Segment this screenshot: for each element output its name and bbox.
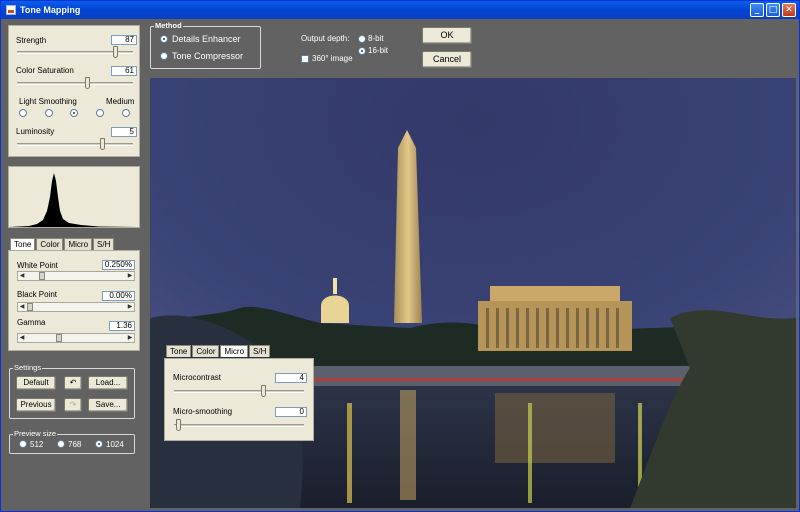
preview-1024-radio[interactable] <box>95 440 103 448</box>
preview-image-graphic <box>150 78 796 508</box>
micro-smoothing-value[interactable]: 0 <box>275 407 307 417</box>
tab-micro[interactable]: Micro <box>64 238 93 250</box>
preview-768-radio[interactable] <box>57 440 65 448</box>
undo-icon: ↶ <box>69 378 77 387</box>
maximize-button[interactable]: □ <box>766 3 780 17</box>
micro-panel: Microcontrast 4 Micro-smoothing 0 <box>164 358 314 441</box>
gamma-thumb[interactable] <box>56 334 62 342</box>
load-button[interactable]: Load... <box>88 376 128 390</box>
window-title: Tone Mapping <box>20 5 81 15</box>
method-group <box>150 26 261 69</box>
cancel-button[interactable]: Cancel <box>422 51 472 68</box>
gamma-value[interactable]: 1.36 <box>109 321 135 331</box>
16bit-radio[interactable] <box>358 47 366 55</box>
left-tabs: Tone Color Micro S/H <box>10 238 115 250</box>
luminosity-track <box>17 143 133 146</box>
float-tab-sh[interactable]: S/H <box>249 345 271 357</box>
tab-sh[interactable]: S/H <box>93 238 115 250</box>
previous-button[interactable]: Previous <box>16 398 56 412</box>
gamma-label: Gamma <box>17 318 46 327</box>
luminosity-value[interactable]: 5 <box>111 127 137 137</box>
close-button[interactable]: ✕ <box>782 3 796 17</box>
strength-slider[interactable] <box>113 46 118 58</box>
default-button[interactable]: Default <box>16 376 56 390</box>
preview-512-label: 512 <box>30 440 44 449</box>
luminosity-label: Luminosity <box>16 127 55 136</box>
float-tab-tone[interactable]: Tone <box>166 345 192 357</box>
scroll-right-icon[interactable]: ▶ <box>126 272 134 280</box>
microcontrast-label: Microcontrast <box>173 373 222 382</box>
white-point-value[interactable]: 0.250% <box>102 260 135 270</box>
tone-panel: White Point 0.250% ◀ ▶ Black Point 0.00%… <box>8 250 140 351</box>
black-point-value[interactable]: 0.00% <box>102 291 135 301</box>
white-point-scrollbar[interactable]: ◀ ▶ <box>17 271 135 281</box>
light-smoothing-radio-3[interactable] <box>70 109 78 117</box>
color-saturation-value[interactable]: 61 <box>111 66 137 76</box>
preview-768-label: 768 <box>68 440 82 449</box>
micro-smoothing-track <box>174 424 304 427</box>
tone-compressor-label: Tone Compressor <box>172 51 244 61</box>
float-tabs: Tone Color Micro S/H <box>166 345 271 357</box>
scroll-left-icon[interactable]: ◀ <box>18 272 26 280</box>
strength-value[interactable]: 87 <box>111 35 137 45</box>
window: Tone Mapping _ □ ✕ Strength 87 Color Sat… <box>0 0 800 512</box>
tone-compressor-radio[interactable] <box>160 52 168 60</box>
micro-smoothing-label: Micro-smoothing <box>173 407 233 416</box>
black-point-scrollbar[interactable]: ◀ ▶ <box>17 302 135 312</box>
white-point-label: White Point <box>17 261 58 270</box>
method-group-label: Method <box>154 21 183 30</box>
microcontrast-track <box>174 390 304 393</box>
scroll-right-icon[interactable]: ▶ <box>126 334 134 342</box>
light-smoothing-radio-5[interactable] <box>122 109 130 117</box>
luminosity-slider[interactable] <box>100 138 105 150</box>
360-image-label: 360° image <box>312 54 353 63</box>
color-saturation-label: Color Saturation <box>16 66 74 75</box>
microcontrast-slider[interactable] <box>261 385 266 397</box>
preview-size-label: Preview size <box>13 429 58 438</box>
light-smoothing-radio-2[interactable] <box>45 109 53 117</box>
tab-tone[interactable]: Tone <box>10 238 36 250</box>
light-smoothing-radio-4[interactable] <box>96 109 104 117</box>
preview-512-radio[interactable] <box>19 440 27 448</box>
minimize-button[interactable]: _ <box>750 3 764 17</box>
settings-group-label: Settings <box>13 363 43 372</box>
scroll-left-icon[interactable]: ◀ <box>18 303 26 311</box>
tab-color[interactable]: Color <box>36 238 64 250</box>
strength-label: Strength <box>16 36 47 45</box>
details-enhancer-radio[interactable] <box>160 35 168 43</box>
float-tab-micro[interactable]: Micro <box>220 345 249 357</box>
light-smoothing-medium-label: Medium <box>106 97 135 106</box>
gamma-scrollbar[interactable]: ◀ ▶ <box>17 333 135 343</box>
white-point-thumb[interactable] <box>39 272 45 280</box>
micro-smoothing-slider[interactable] <box>176 419 181 431</box>
black-point-label: Black Point <box>17 290 58 299</box>
app-icon <box>6 5 16 15</box>
histogram-panel <box>8 166 140 228</box>
color-saturation-track <box>17 82 133 85</box>
microcontrast-value[interactable]: 4 <box>275 373 307 383</box>
16bit-label: 16-bit <box>368 46 389 55</box>
light-smoothing-label: Light Smoothing <box>19 97 77 106</box>
light-smoothing-radio-1[interactable] <box>19 109 27 117</box>
save-button[interactable]: Save... <box>88 398 128 412</box>
color-saturation-slider[interactable] <box>85 77 90 89</box>
preview-image[interactable] <box>150 78 796 508</box>
float-tab-color[interactable]: Color <box>192 345 220 357</box>
redo-icon: ↷ <box>69 400 77 409</box>
8bit-label: 8-bit <box>368 34 384 43</box>
black-point-thumb[interactable] <box>27 303 33 311</box>
main-sliders-panel: Strength 87 Color Saturation 61 Light Sm… <box>8 25 140 157</box>
histogram-graph <box>9 173 139 227</box>
title-bar[interactable]: Tone Mapping _ □ ✕ <box>1 1 799 19</box>
ok-button[interactable]: OK <box>422 27 472 44</box>
preview-1024-label: 1024 <box>106 440 124 449</box>
redo-button[interactable]: ↷ <box>64 398 82 412</box>
scroll-left-icon[interactable]: ◀ <box>18 334 26 342</box>
8bit-radio[interactable] <box>358 35 366 43</box>
scroll-right-icon[interactable]: ▶ <box>126 303 134 311</box>
360-image-checkbox[interactable] <box>301 55 309 63</box>
details-enhancer-label: Details Enhancer <box>172 34 241 44</box>
undo-button[interactable]: ↶ <box>64 376 82 390</box>
output-depth-label: Output depth: <box>301 34 350 43</box>
